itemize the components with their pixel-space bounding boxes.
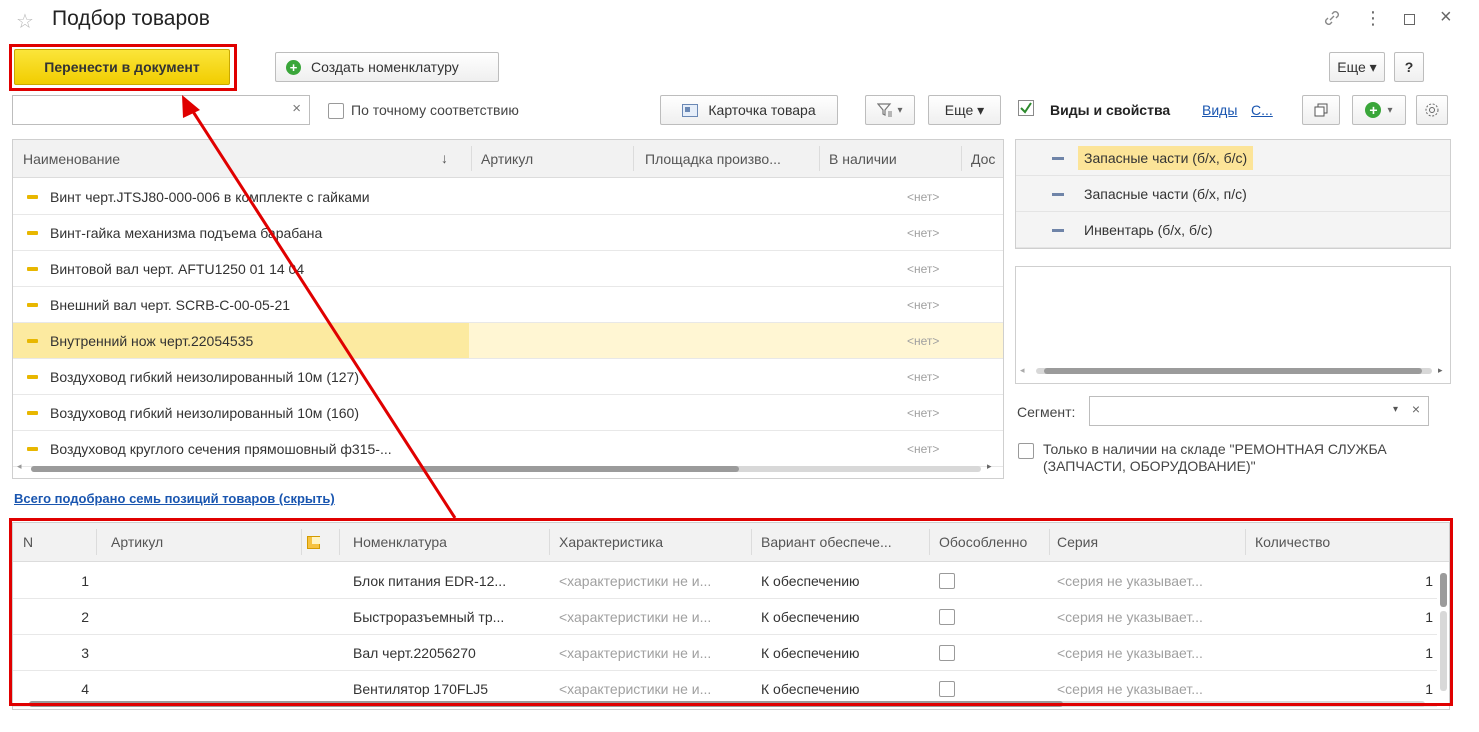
annotation-arrow [182,95,457,519]
